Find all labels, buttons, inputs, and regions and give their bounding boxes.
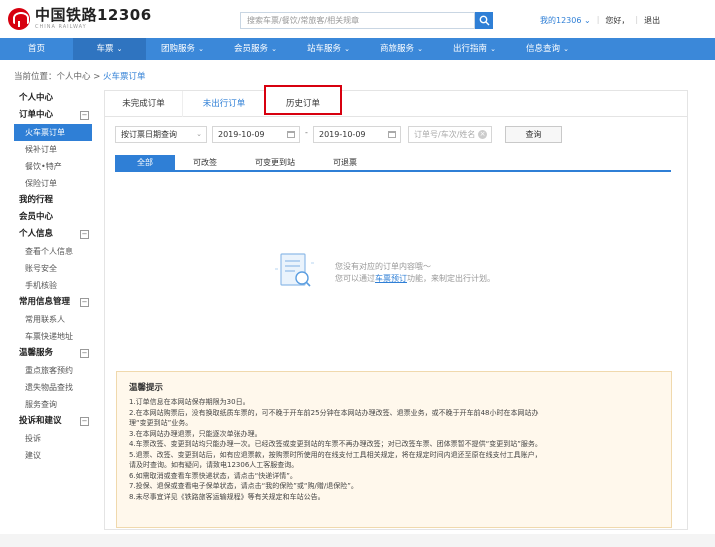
warm-tip-line: 3.在本网站办理退票，只能逐次单张办理。 <box>129 429 262 438</box>
tab-not-traveled-orders[interactable]: 未出行订单 <box>184 91 264 117</box>
sidebar-item-key-passenger[interactable]: 重点旅客预约 <box>14 362 92 379</box>
search-icon <box>479 15 489 26</box>
collapse-icon[interactable]: − <box>80 298 89 307</box>
warm-tip-line: 8.未尽事宜详见《铁路旅客运输规程》等有关规定和车站公告。 <box>129 492 325 501</box>
subtab-refundable[interactable]: 可退票 <box>315 155 375 170</box>
chevron-down-icon: ⌄ <box>198 45 204 53</box>
sidebar: 个人中心 订单中心 − 火车票订单 候补订单 餐饮•特产 保险订单 我的行程 会… <box>14 90 92 464</box>
logo-title: 中国铁路12306 <box>35 6 152 24</box>
sidebar-item-delivery-address[interactable]: 车票快递地址 <box>14 328 92 345</box>
chevron-down-icon: ⌄ <box>563 45 569 53</box>
site-search-input[interactable]: 搜索车票/餐饮/常旅客/相关规章 <box>240 12 475 29</box>
nav-business-service[interactable]: 商旅服务 ⌄ <box>365 38 438 60</box>
sidebar-group-complaint[interactable]: 投诉和建议 − <box>14 413 92 430</box>
order-tabs: 未完成订单 未出行订单 历史订单 <box>105 85 687 117</box>
chevron-down-icon: ⌄ <box>344 45 350 53</box>
date-from-field[interactable]: 2019-10-09 <box>212 126 300 143</box>
sidebar-item-suggest[interactable]: 建议 <box>14 447 92 464</box>
nav-travel-guide[interactable]: 出行指南 ⌄ <box>438 38 511 60</box>
sidebar-group-my-trip[interactable]: 我的行程 <box>14 192 92 209</box>
search-button[interactable] <box>475 12 493 29</box>
sidebar-item-phone-verify[interactable]: 手机核验 <box>14 277 92 294</box>
nav-tickets[interactable]: 车票 ⌄ <box>73 38 146 60</box>
warm-tip-line: 理“变更到站”业务。 <box>129 419 193 427</box>
top-header: 中国铁路12306 CHINA RAILWAY 搜索车票/餐饮/常旅客/相关规章… <box>0 0 715 38</box>
chevron-down-icon: ⌄ <box>116 45 123 53</box>
nav-info-query[interactable]: 信息查询 ⌄ <box>511 38 584 60</box>
warm-tip-line: 2.在本网站购票后，没有换取纸质车票的，可不晚于开车前25分钟在本网站办理改签、… <box>129 408 539 417</box>
subtab-change-destination[interactable]: 可变更到站 <box>235 155 315 170</box>
divider: | <box>596 15 600 24</box>
site-logo[interactable]: 中国铁路12306 CHINA RAILWAY <box>8 7 152 31</box>
subtab-changeable[interactable]: 可改签 <box>175 155 235 170</box>
clear-icon[interactable]: × <box>478 130 487 139</box>
sidebar-group-order-center[interactable]: 订单中心 − <box>14 107 92 124</box>
main-nav: 首页 车票 ⌄ 团购服务 ⌄ 会员服务 ⌄ 站车服务 ⌄ 商旅服务 ⌄ 出行指南 ⌄ 信息查… <box>0 38 715 60</box>
chevron-down-icon: ⌄ <box>490 45 496 53</box>
warm-tips-title: 温馨提示 <box>129 383 164 393</box>
order-search-input[interactable]: 订单号/车次/姓名 × <box>408 126 492 143</box>
nav-member-service[interactable]: 会员服务 ⌄ <box>219 38 292 60</box>
date-to-field[interactable]: 2019-10-09 <box>313 126 401 143</box>
empty-state: 您没有对应的订单内容哦～ 您可以通过车票预订功能，来制定出行计划。 <box>273 249 533 299</box>
calendar-icon[interactable] <box>388 131 396 138</box>
empty-document-icon <box>275 253 314 287</box>
sidebar-group-member-center[interactable]: 会员中心 <box>14 209 92 226</box>
nav-station-service[interactable]: 站车服务 ⌄ <box>292 38 365 60</box>
collapse-icon[interactable]: − <box>80 349 89 358</box>
sidebar-group-warm-service[interactable]: 温馨服务 − <box>14 345 92 362</box>
greeting-text: 您好， <box>605 16 630 25</box>
nav-home[interactable]: 首页 <box>0 38 73 60</box>
empty-message: 您没有对应的订单内容哦～ <box>335 262 431 271</box>
my12306-link[interactable]: 我的12306 ⌄ <box>540 15 591 26</box>
warm-tip-line: 4.车票改签、变更到站均只能办理一次。已经改签或变更到站的车票不再办理改签；对已… <box>129 440 542 448</box>
railway-logo-icon <box>8 8 30 30</box>
chevron-down-icon: ⌄ <box>271 45 277 53</box>
logo-subtitle: CHINA RAILWAY <box>35 24 87 30</box>
ticket-booking-link[interactable]: 车票预订 <box>375 274 407 283</box>
page-bottom-strip <box>0 534 715 547</box>
divider: | <box>635 15 639 24</box>
sidebar-group-personal-info[interactable]: 个人信息 − <box>14 226 92 243</box>
empty-hint: 您可以通过车票预订功能，来制定出行计划。 <box>335 274 495 283</box>
tab-history-orders[interactable]: 历史订单 <box>264 85 342 115</box>
warm-tip-line: 6.如需取消或查看车票快递状态，请点击“快递详情”。 <box>129 471 297 480</box>
date-range-dash: - <box>305 128 308 137</box>
warm-tip-line: 请及时查询。如有疑问，请致电12306人工客服查询。 <box>129 461 299 469</box>
nav-group-service[interactable]: 团购服务 ⌄ <box>146 38 219 60</box>
order-filter-subtabs: 全部 可改签 可变更到站 可退票 <box>115 155 671 172</box>
sidebar-item-contacts[interactable]: 常用联系人 <box>14 311 92 328</box>
sidebar-item-account-security[interactable]: 账号安全 <box>14 260 92 277</box>
collapse-icon[interactable]: − <box>80 230 89 239</box>
subtab-all[interactable]: 全部 <box>115 155 175 170</box>
sidebar-item-food-specialty[interactable]: 餐饮•特产 <box>14 158 92 175</box>
sidebar-item-complain[interactable]: 投诉 <box>14 430 92 447</box>
tab-incomplete-orders[interactable]: 未完成订单 <box>105 91 183 117</box>
chevron-down-icon: ⌄ <box>417 45 423 53</box>
logout-link[interactable]: 退出 <box>644 15 660 26</box>
sidebar-item-train-orders[interactable]: 火车票订单 <box>14 124 92 141</box>
warm-tips-panel: 温馨提示 1.订单信息在本网站保存期限为30日。 2.在本网站购票后，没有换取纸… <box>116 371 672 528</box>
sidebar-item-insurance-orders[interactable]: 保险订单 <box>14 175 92 192</box>
chevron-down-icon: ⌄ <box>196 130 202 138</box>
sidebar-item-waitlist-orders[interactable]: 候补订单 <box>14 141 92 158</box>
sidebar-group-personal-center[interactable]: 个人中心 <box>14 90 92 107</box>
collapse-icon[interactable]: − <box>80 417 89 426</box>
query-button[interactable]: 查询 <box>505 126 562 143</box>
top-user-links: 我的12306 ⌄ | 您好， | 退出 <box>540 15 660 26</box>
sidebar-item-lost-items[interactable]: 遗失物品查找 <box>14 379 92 396</box>
breadcrumb: 当前位置：个人中心 > 火车票订单 <box>14 70 146 82</box>
sidebar-group-common-info[interactable]: 常用信息管理 − <box>14 294 92 311</box>
sidebar-item-service-query[interactable]: 服务查询 <box>14 396 92 413</box>
collapse-icon[interactable]: − <box>80 111 89 120</box>
order-content-panel: 未完成订单 未出行订单 历史订单 按订票日期查询 ⌄ 2019-10-09 - … <box>104 85 688 530</box>
sidebar-item-view-info[interactable]: 查看个人信息 <box>14 243 92 260</box>
breadcrumb-prefix: 当前位置：个人中心 > <box>14 72 104 82</box>
breadcrumb-current[interactable]: 火车票订单 <box>103 72 146 82</box>
date-type-select[interactable]: 按订票日期查询 ⌄ <box>115 126 207 143</box>
warm-tip-line: 5.退票、改签、变更到站后，如有应退票款，按购票时所使用的在线支付工具相关规定，… <box>129 450 542 459</box>
warm-tip-line: 7.投保、退保或查看电子保单状态，请点击“我的保险”或“购/赠/退保险”。 <box>129 482 358 490</box>
calendar-icon[interactable] <box>287 131 295 138</box>
warm-tip-line: 1.订单信息在本网站保存期限为30日。 <box>129 398 250 406</box>
